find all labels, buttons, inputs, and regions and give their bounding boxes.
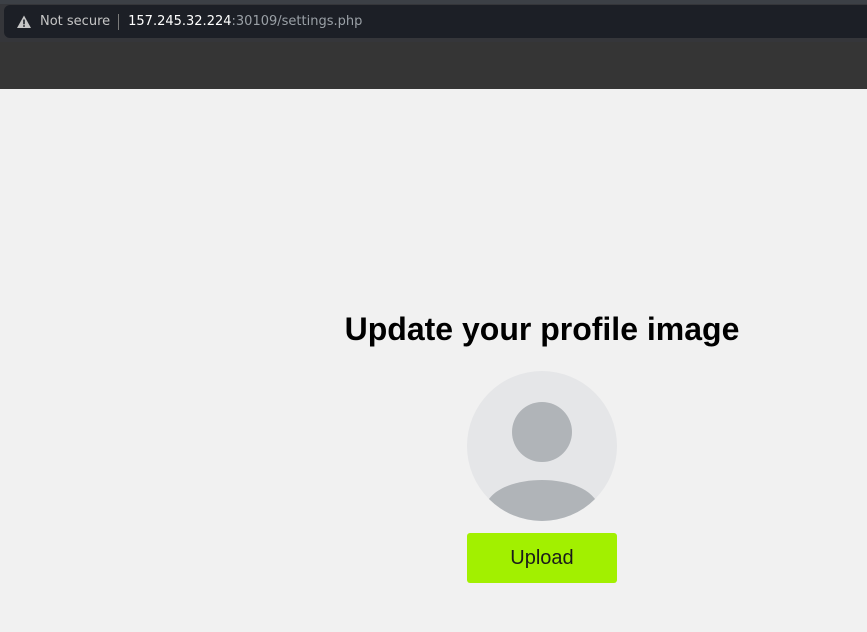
warning-icon[interactable] xyxy=(16,14,32,30)
page-title: Update your profile image xyxy=(344,311,740,347)
browser-chrome: Not secure 157.245.32.224:30109/settings… xyxy=(0,0,867,89)
address-divider xyxy=(118,13,120,30)
page-content: Update your profile image Upload xyxy=(0,89,867,632)
security-status-label[interactable]: Not secure xyxy=(40,14,110,29)
browser-toolbar-area xyxy=(0,42,867,89)
window-top-strip xyxy=(0,0,867,4)
avatar xyxy=(467,371,617,521)
address-bar[interactable]: Not secure 157.245.32.224:30109/settings… xyxy=(4,5,867,38)
url-host: 157.245.32.224 xyxy=(128,14,232,29)
user-silhouette-icon xyxy=(485,402,599,521)
url-path: :30109/settings.php xyxy=(231,14,363,29)
upload-button[interactable]: Upload xyxy=(467,533,617,583)
